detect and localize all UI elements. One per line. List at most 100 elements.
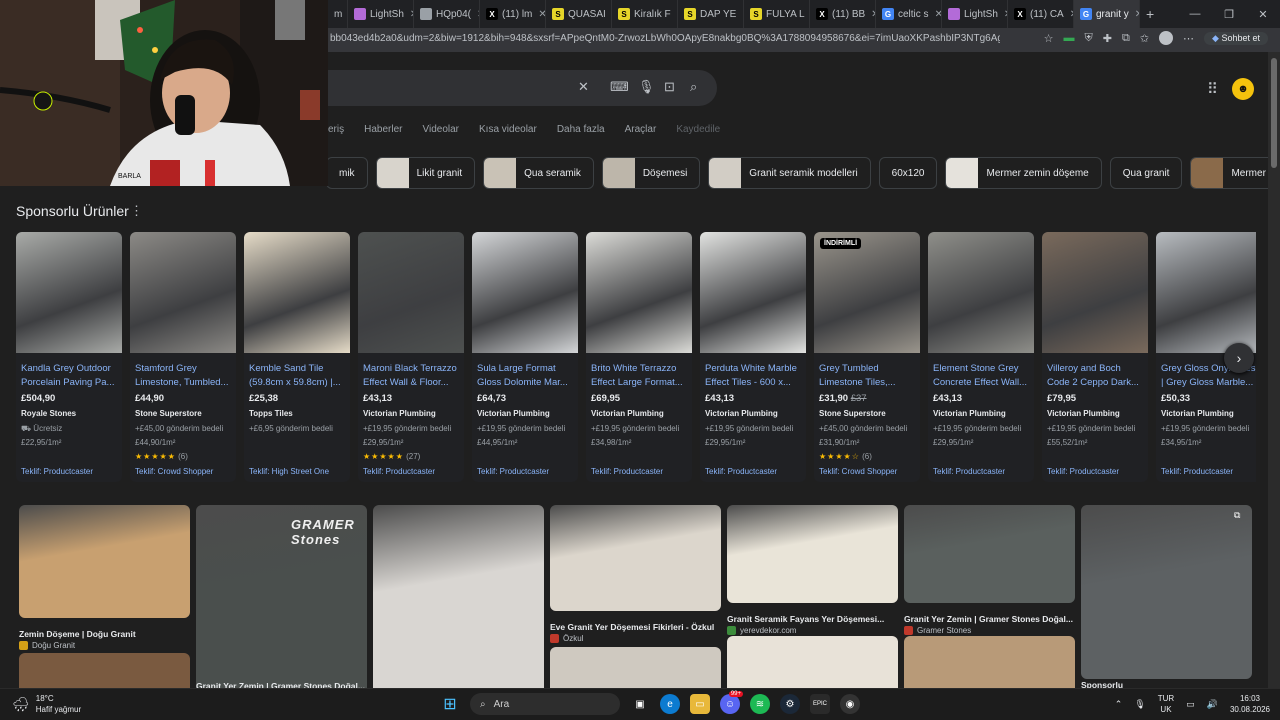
related-chip[interactable]: Qua granit	[1109, 157, 1183, 189]
product-offer[interactable]: Teklif: Productcaster	[363, 467, 435, 476]
product-title[interactable]: Brito White Terrazzo Effect Large Format…	[591, 362, 687, 390]
product-image[interactable]	[244, 232, 350, 353]
nav-tab[interactable]: Daha fazla	[557, 124, 605, 135]
image-source[interactable]: Özkul	[550, 634, 583, 643]
product-offer[interactable]: Teklif: Productcaster	[705, 467, 777, 476]
browser-tab[interactable]: SFULYA L✕	[744, 0, 810, 28]
start-icon[interactable]: ⊞	[440, 694, 460, 714]
image-result[interactable]	[19, 505, 190, 618]
microphone-icon[interactable]: 🎙	[638, 79, 655, 95]
product-image[interactable]	[130, 232, 236, 353]
image-result[interactable]	[727, 636, 898, 688]
image-result[interactable]	[904, 636, 1075, 688]
nav-tab[interactable]: Videolar	[422, 124, 459, 135]
product-card[interactable]: Perduta White Marble Effect Tiles - 600 …	[700, 232, 806, 482]
product-image[interactable]	[358, 232, 464, 353]
image-caption[interactable]: Granit Seramik Fayans Yer Döşemesi...	[727, 614, 898, 624]
new-tab-button[interactable]: +	[1140, 0, 1160, 28]
image-caption[interactable]: Granit Yer Zemin | Gramer Stones Doğal..…	[196, 681, 367, 688]
maximize-icon[interactable]: ❐	[1212, 8, 1246, 21]
product-offer[interactable]: Teklif: Productcaster	[477, 467, 549, 476]
product-image[interactable]	[472, 232, 578, 353]
image-caption[interactable]: Eve Granit Yer Döşemesi Fikirleri - Özku…	[550, 622, 721, 632]
image-caption[interactable]: Sponsorlu	[1081, 680, 1252, 688]
image-source[interactable]: yerevdekor.com	[727, 626, 796, 635]
url-text[interactable]: bb043ed4b2a0&udm=2&biw=1912&bih=948&sxsr…	[330, 33, 1000, 44]
keyboard-icon[interactable]: ⌨	[610, 79, 629, 95]
tray-chevron-icon[interactable]: ⌃	[1115, 699, 1123, 710]
related-chip[interactable]: Granit seramik modelleri	[708, 157, 871, 189]
obs-icon[interactable]: ◉	[840, 694, 860, 714]
extension-icon[interactable]: ▬	[1063, 32, 1074, 44]
product-offer[interactable]: Teklif: Crowd Shopper	[819, 467, 897, 476]
product-image[interactable]	[700, 232, 806, 353]
scrollbar-thumb[interactable]	[1271, 58, 1277, 168]
tab-close-icon[interactable]: ✕	[935, 9, 941, 20]
browser-tab[interactable]: SKiralık F✕	[612, 0, 678, 28]
nav-tab[interactable]: Kaydedile	[676, 124, 720, 135]
browser-tab[interactable]: SQUASAI✕	[546, 0, 612, 28]
product-offer[interactable]: Teklif: Productcaster	[1161, 467, 1233, 476]
microphone-tray-icon[interactable]: 🎙	[1134, 699, 1145, 710]
clock[interactable]: 16:03 30.08.2026	[1230, 693, 1270, 715]
browser-tab[interactable]: X(11) BB✕	[810, 0, 876, 28]
open-external-icon[interactable]: ⧉	[1234, 510, 1240, 521]
discord-icon[interactable]: ☺ 99+	[720, 691, 743, 714]
image-result[interactable]	[1081, 505, 1252, 679]
image-result[interactable]	[904, 505, 1075, 603]
puzzle-icon[interactable]: ✚	[1103, 32, 1112, 45]
browser-tab[interactable]: Gceltic s ✕	[876, 0, 942, 28]
product-card[interactable]: Sula Large Format Gloss Dolomite Mar... £…	[472, 232, 578, 482]
image-result[interactable]	[550, 505, 721, 611]
image-result[interactable]	[550, 647, 721, 688]
nav-tab[interactable]: eriş	[328, 124, 344, 135]
browser-tab[interactable]: HQp04(✕	[414, 0, 480, 28]
image-result[interactable]	[19, 653, 190, 688]
product-card[interactable]: Kemble Sand Tile (59.8cm x 59.8cm) |... £…	[244, 232, 350, 482]
related-chip[interactable]: Qua seramik	[483, 157, 594, 189]
product-card[interactable]: Stamford Grey Limestone, Tumbled... £44,9…	[130, 232, 236, 482]
edge-icon[interactable]: e	[660, 694, 680, 714]
browser-tab[interactable]: m✕	[328, 0, 348, 28]
product-title[interactable]: Kemble Sand Tile (59.8cm x 59.8cm) |...	[249, 362, 345, 390]
star-icon[interactable]: ☆	[1044, 32, 1054, 45]
related-chip[interactable]: Döşemesi	[601, 157, 701, 189]
copilot-button[interactable]: ◆ Sohbet et	[1204, 31, 1268, 45]
image-caption[interactable]: Zemin Döşeme | Doğu Granit	[19, 629, 190, 639]
product-card[interactable]: Brito White Terrazzo Effect Large Format…	[586, 232, 692, 482]
network-icon[interactable]: ▭	[1186, 699, 1195, 710]
nav-tab[interactable]: Araçlar	[625, 124, 657, 135]
product-title[interactable]: Perduta White Marble Effect Tiles - 600 …	[705, 362, 801, 390]
steam-icon[interactable]: ⚙	[780, 694, 800, 714]
product-offer[interactable]: Teklif: Productcaster	[933, 467, 1005, 476]
product-card[interactable]: Element Stone Grey Concrete Effect Wall.…	[928, 232, 1034, 482]
image-source[interactable]: Doğu Granit	[19, 641, 75, 650]
minimize-icon[interactable]: —	[1178, 8, 1212, 20]
search-icon[interactable]: ⌕	[690, 79, 697, 95]
product-image[interactable]	[586, 232, 692, 353]
product-card[interactable]: Maroni Black Terrazzo Effect Wall & Floo…	[358, 232, 464, 482]
product-image[interactable]	[1042, 232, 1148, 353]
tab-close-icon[interactable]: ✕	[538, 9, 545, 20]
nav-tab[interactable]: Haberler	[364, 124, 402, 135]
related-chip[interactable]: Mermer fiyatları	[1190, 157, 1268, 189]
spotify-icon[interactable]: ≋	[750, 694, 770, 714]
browser-tab[interactable]: X (11) lm ✕	[480, 0, 546, 28]
split-view-icon[interactable]: ⧉	[1122, 32, 1130, 45]
product-offer[interactable]: Teklif: Crowd Shopper	[135, 467, 213, 476]
browser-tab[interactable]: LightSh✕	[942, 0, 1008, 28]
product-title[interactable]: Villeroy and Boch Code 2 Ceppo Dark...	[1047, 362, 1143, 390]
image-result[interactable]	[727, 505, 898, 603]
account-avatar[interactable]: ☻	[1232, 78, 1254, 100]
image-result[interactable]: GRAMER Stones	[196, 505, 367, 688]
product-card[interactable]: Villeroy and Boch Code 2 Ceppo Dark... £7…	[1042, 232, 1148, 482]
weather-widget[interactable]: 🌧 18°C Hafif yağmur	[12, 693, 81, 715]
product-image[interactable]	[16, 232, 122, 353]
related-chip[interactable]: mik	[326, 157, 368, 189]
product-card[interactable]: Kandla Grey Outdoor Porcelain Paving Pa.…	[16, 232, 122, 482]
epic-games-icon[interactable]: EPIC	[810, 694, 830, 714]
product-offer[interactable]: Teklif: High Street One	[249, 467, 329, 476]
volume-icon[interactable]: 🔊	[1207, 699, 1218, 710]
product-title[interactable]: Grey Tumbled Limestone Tiles,...	[819, 362, 915, 390]
image-source[interactable]: Gramer Stones	[904, 626, 971, 635]
